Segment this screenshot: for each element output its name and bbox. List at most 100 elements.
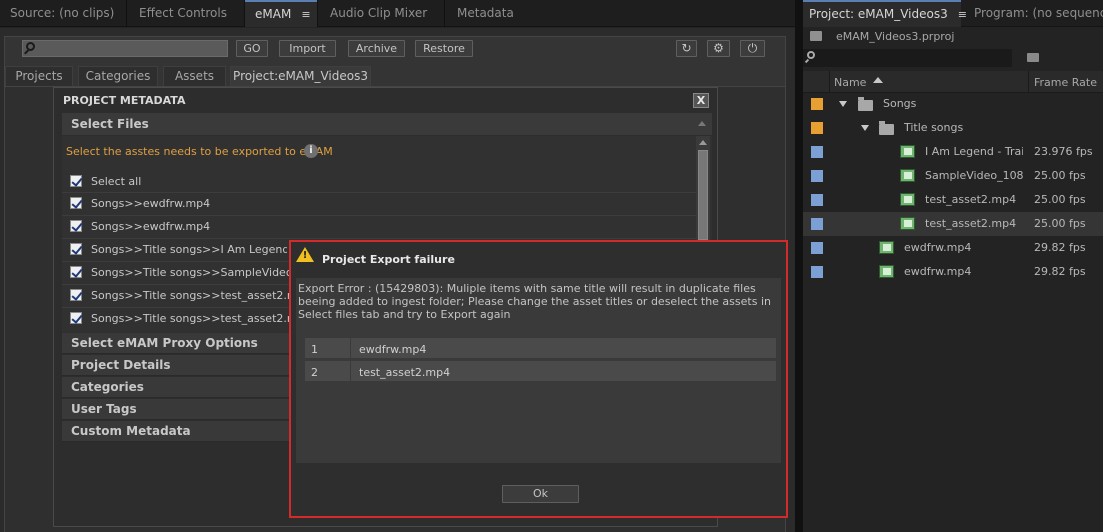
tab-project-label: Project: eMAM_Videos3 [809,7,948,21]
item-frame-rate: 25.00 fps [1034,193,1086,206]
select-all-checkbox[interactable] [70,175,82,187]
ok-button[interactable]: Ok [502,485,579,503]
dialog-title: Project Export failure [322,253,455,266]
find-bin-icon[interactable] [1027,53,1039,62]
close-icon[interactable]: X [693,93,709,108]
item-name: Songs [883,97,917,110]
row-divider [62,307,290,308]
file-checkbox[interactable] [70,220,82,232]
tab-source[interactable]: Source: (no clips) [0,0,126,27]
file-label: Songs>>ewdfrw.mp4 [91,220,211,233]
file-checkbox[interactable] [70,197,82,209]
folder-icon [858,97,873,111]
sort-arrow-icon[interactable] [873,77,883,83]
scroll-up-arrow-icon[interactable] [699,140,707,145]
tab-assets[interactable]: Assets [163,66,226,86]
column-divider [829,71,830,93]
row-name: test_asset2.mp4 [359,366,451,379]
label-color-swatch[interactable] [811,194,823,206]
project-search-input[interactable] [803,49,1012,67]
row-index: 1 [311,343,318,356]
row-divider [350,338,351,358]
row-divider [62,192,696,193]
item-frame-rate: 23.976 fps [1034,145,1093,158]
project-metadata-title: PROJECT METADATA [63,94,186,107]
archive-button[interactable]: Archive [348,40,405,57]
tab-projects[interactable]: Projects [5,66,73,86]
file-label: Songs>>Title songs>>test_asset2.mp4 [91,312,312,325]
tab-divider [126,0,127,27]
label-color-swatch[interactable] [811,170,823,182]
file-checkbox[interactable] [70,243,82,255]
row-index: 2 [311,366,318,379]
label-color-swatch[interactable] [811,242,823,254]
tab-metadata[interactable]: Metadata [447,0,527,27]
tab-emam-label: eMAM [255,7,292,21]
label-color-swatch[interactable] [811,146,823,158]
label-color-swatch[interactable] [811,266,823,278]
row-divider [62,261,290,262]
row-name: ewdfrw.mp4 [359,343,427,356]
select-files-header[interactable]: Select Files [62,113,712,135]
column-frame-rate[interactable]: Frame Rate [1034,76,1097,89]
tab-audio-clip-mixer[interactable]: Audio Clip Mixer [320,0,444,27]
panel-menu-icon[interactable]: ≡ [301,3,310,27]
info-icon[interactable]: i [304,144,318,158]
row-divider [62,238,696,239]
tab-project[interactable]: Project: eMAM_Videos3 ≡ [803,0,967,27]
item-name: ewdfrw.mp4 [904,265,972,278]
video-clip-icon [879,265,894,278]
label-color-swatch[interactable] [811,218,823,230]
go-button[interactable]: GO [236,40,268,57]
error-message: Export Error : (15429803): Muliple items… [298,282,771,321]
export-hint: Select the asstes needs to be exported t… [66,145,333,158]
list-item[interactable] [803,92,1103,116]
file-checkbox[interactable] [70,312,82,324]
file-label: Songs>>Title songs>>test_asset2.mp4 [91,289,312,302]
scrollbar-thumb[interactable] [698,150,708,240]
power-button[interactable]: ⏻ [740,40,765,57]
settings-button[interactable]: ⚙ [707,40,730,57]
item-name: test_asset2.mp4 [925,193,1017,206]
chevron-down-icon[interactable] [839,101,847,107]
tab-divider [444,0,445,27]
file-checkbox[interactable] [70,266,82,278]
tab-program[interactable]: Program: (no sequences) [964,0,1103,27]
tab-effect-controls[interactable]: Effect Controls [129,0,244,27]
file-label: Songs>>Title songs>>I Am Legend - Tra [91,243,287,256]
item-frame-rate: 25.00 fps [1034,217,1086,230]
item-frame-rate: 25.00 fps [1034,169,1086,182]
item-name: I Am Legend - Trail [925,145,1023,158]
folder-icon [879,121,894,135]
item-name: Title songs [904,121,964,134]
refresh-button[interactable]: ↻ [676,40,697,57]
panel-gutter [795,0,803,532]
item-name: test_asset2.mp4 [925,217,1017,230]
item-frame-rate: 29.82 fps [1034,265,1086,278]
collapse-arrow-icon[interactable] [698,121,706,126]
row-divider [350,361,351,381]
column-divider [1028,71,1029,93]
tab-project-emam-videos3[interactable]: Project:eMAM_Videos3 [230,66,371,86]
project-file-name: eMAM_Videos3.prproj [836,30,955,43]
file-label: Songs>>ewdfrw.mp4 [91,197,211,210]
tab-emam[interactable]: eMAM ≡ [245,0,317,27]
video-clip-icon [900,217,915,230]
restore-button[interactable]: Restore [415,40,473,57]
chevron-down-icon[interactable] [861,125,869,131]
search-icon [807,51,815,59]
item-name: SampleVideo_1080 [925,169,1023,182]
row-divider [62,284,290,285]
label-color-swatch[interactable] [811,122,823,134]
file-checkbox[interactable] [70,289,82,301]
item-name: ewdfrw.mp4 [904,241,972,254]
label-color-swatch[interactable] [811,98,823,110]
project-file-icon [810,31,822,41]
video-clip-icon [900,169,915,182]
tab-categories[interactable]: Categories [78,66,158,86]
column-name[interactable]: Name [834,76,866,89]
search-input[interactable] [22,40,228,57]
import-button[interactable]: Import [279,40,336,57]
row-divider [62,215,696,216]
video-clip-icon [879,241,894,254]
